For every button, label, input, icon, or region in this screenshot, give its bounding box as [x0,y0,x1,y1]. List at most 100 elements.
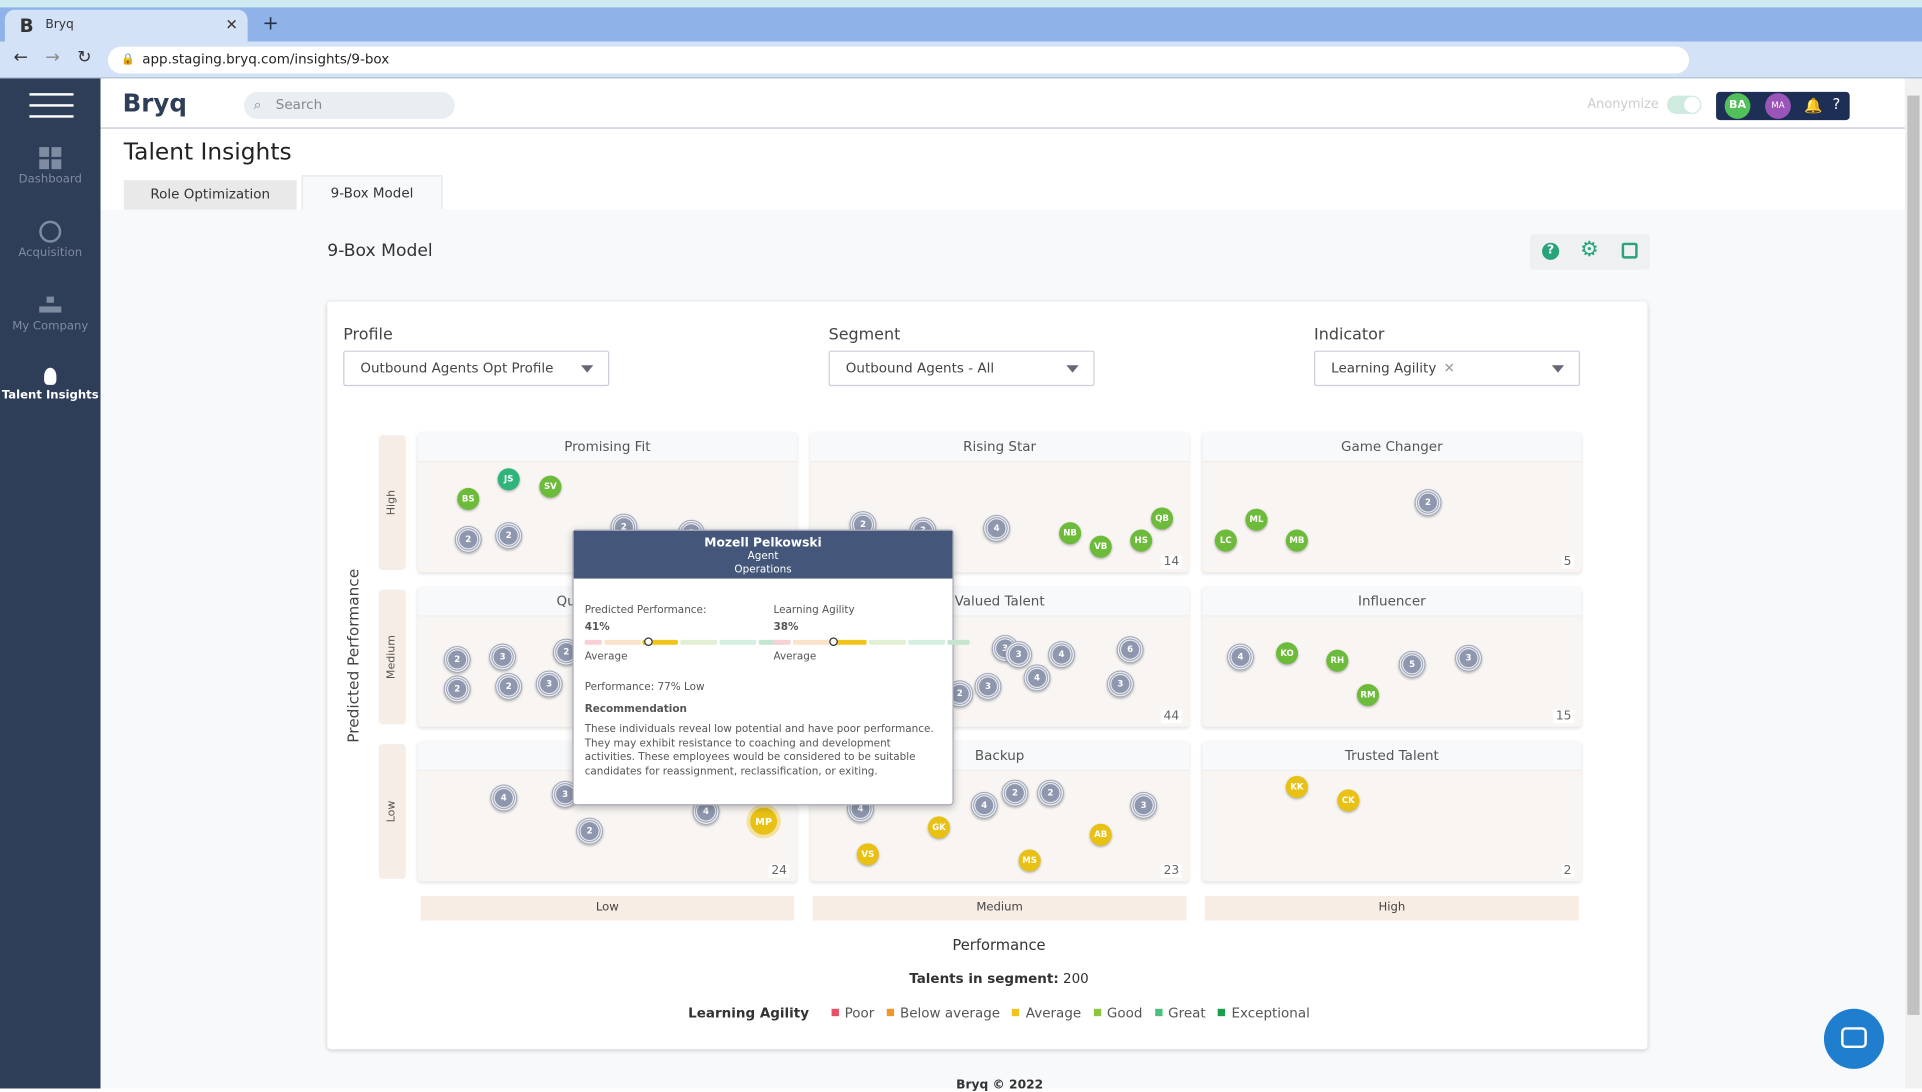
employee-bubble[interactable]: NB [1059,522,1082,545]
employee-bubble[interactable]: MP [750,807,778,835]
employee-bubble[interactable]: ML [1245,508,1268,531]
employee-bubble[interactable]: RM [1356,683,1379,707]
employee-group-bubble[interactable]: 2 [1414,489,1442,517]
url-input[interactable]: 🔒 app.staging.bryq.com/insights/9-box [107,46,1690,74]
la-scale [773,637,970,646]
y-level-low: Low [378,744,406,879]
employee-group-bubble[interactable]: 3 [1130,791,1158,819]
employee-group-bubble[interactable]: 6 [1116,636,1144,664]
employee-group-bubble[interactable]: 2 [454,525,482,553]
employee-group-bubble[interactable]: 2 [1001,779,1029,807]
y-level-medium: Medium [378,589,406,725]
employee-group-bubble[interactable]: 4 [983,514,1011,542]
legend-swatch [831,1008,839,1017]
help-button[interactable]: ? [1833,96,1841,113]
la-level: Average [773,650,817,664]
menu-icon[interactable] [29,93,74,118]
employee-bubble[interactable]: KK [1285,775,1308,798]
tab-9-box-model[interactable]: 9-Box Model [301,175,443,210]
forward-icon[interactable]: → [45,48,59,68]
employee-bubble[interactable]: AB [1089,823,1112,846]
sidebar-item-talent-insights[interactable]: Talent Insights [0,367,101,402]
employee-bubble[interactable]: GK [927,816,950,839]
employee-bubble[interactable]: BS [457,487,480,510]
employee-bubble[interactable]: SV [539,475,562,498]
tab-role-optimization[interactable]: Role Optimization [123,180,297,210]
employee-group-bubble[interactable]: 4 [1226,643,1254,671]
clear-icon[interactable]: ✕ [1444,360,1455,376]
help-icon[interactable]: ? [1542,242,1560,260]
employee-group-bubble[interactable]: 4 [490,784,518,812]
employee-group-bubble[interactable]: 2 [495,522,523,550]
employee-bubble[interactable]: MS [1018,849,1041,872]
employee-group-bubble[interactable]: 3 [1454,644,1482,672]
employee-bubble[interactable]: CK [1337,789,1360,812]
employee-department: Operations [734,563,792,577]
sidebar-item-acquisition[interactable]: Acquisition [0,220,101,260]
back-icon[interactable]: ← [13,48,27,68]
app-header: Bryq ⌕ Search Anonymize BA MA 🔔 ? [100,78,1905,129]
search-input[interactable]: ⌕ Search [243,91,455,119]
chevron-down-icon [1066,365,1079,373]
scale-segment [604,639,642,645]
employee-group-bubble[interactable]: 3 [535,670,563,698]
employee-group-bubble[interactable]: 5 [1398,650,1426,678]
segment-select[interactable]: Outbound Agents - All [828,350,1095,387]
employee-group-bubble[interactable]: 2 [495,672,523,700]
profile-select[interactable]: Outbound Agents Opt Profile [343,350,610,387]
section-title: 9-Box Model [327,241,433,262]
employee-bubble[interactable]: LC [1214,529,1237,552]
legend-swatch [1012,1008,1020,1017]
chevron-down-icon [1551,365,1565,373]
employee-group-bubble[interactable]: 3 [1005,641,1033,669]
bell-icon[interactable]: 🔔 [1804,97,1822,114]
employee-group-bubble[interactable]: 2 [1037,779,1064,807]
indicator-select[interactable]: Learning Agility ✕ [1314,350,1581,387]
employee-bubble[interactable]: QB [1150,507,1174,530]
sidebar-item-dashboard[interactable]: Dashboard [0,147,101,186]
anonymize-toggle[interactable] [1667,95,1702,114]
recommendation-text: These individuals reveal low potential a… [584,723,934,778]
scale-segment [947,639,970,645]
legend-item: Poor [844,1005,875,1022]
lock-icon: 🔒 [121,53,136,67]
lightbulb-icon [44,367,57,385]
employee-bubble[interactable]: VS [856,843,879,866]
employee-group-bubble[interactable]: 2 [576,817,604,845]
indicator-label: Indicator [1314,326,1385,345]
employee-group-bubble[interactable]: 4 [970,791,998,819]
scrollbar[interactable] [1904,78,1922,1089]
new-tab-icon[interactable]: + [262,11,278,34]
employee-bubble[interactable]: JS [497,468,520,491]
page-title: Talent Insights [123,138,292,166]
close-tab-icon[interactable]: ✕ [226,16,238,33]
avatar[interactable]: MA [1765,93,1791,119]
browser-tab[interactable]: B Bryq ✕ [4,9,248,42]
employee-group-bubble[interactable]: 4 [1048,641,1076,669]
recommendation-title: Recommendation [584,703,687,716]
employee-group-bubble[interactable]: 2 [443,675,471,703]
chat-button[interactable] [1823,1008,1885,1069]
employee-group-bubble[interactable]: 3 [1106,670,1134,698]
employee-bubble[interactable]: HS [1130,529,1153,552]
employee-group-bubble[interactable]: 3 [974,672,1002,700]
employee-bubble[interactable]: RH [1326,649,1349,672]
employee-group-bubble[interactable]: 4 [1023,664,1051,692]
employee-bubble[interactable]: MB [1285,529,1308,552]
cell-title: Trusted Talent [1202,741,1582,772]
export-icon[interactable] [1621,242,1638,259]
sidebar-item-my-company[interactable]: My Company [0,294,101,333]
dashboard-icon [39,147,62,170]
sidebar-label: Acquisition [18,246,83,260]
employee-group-bubble[interactable]: 2 [443,645,471,673]
employee-group-bubble[interactable]: 3 [489,643,517,671]
reload-icon[interactable]: ↻ [77,48,91,68]
gear-icon[interactable]: ⚙ [1580,238,1599,263]
employee-bubble[interactable]: KO [1276,642,1299,665]
user-toolbar: BA MA 🔔 ? [1716,91,1850,121]
cell-count: 24 [768,864,790,878]
legend-item: Below average [900,1005,1001,1022]
employee-bubble[interactable]: VB [1089,535,1112,558]
avatar[interactable]: BA [1724,93,1751,119]
performance-text: Performance: 77% Low [584,681,705,694]
